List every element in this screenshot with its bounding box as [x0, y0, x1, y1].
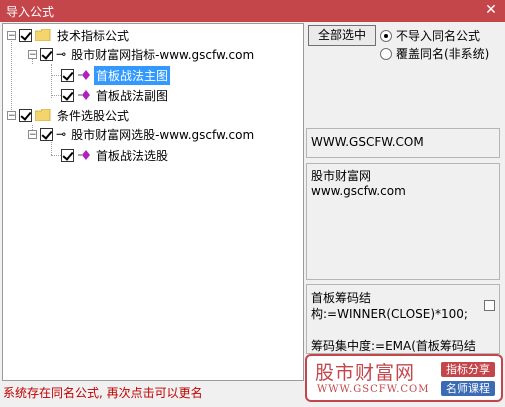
source-label: 股市财富网选股-www.gscfw.com [71, 127, 255, 142]
formula-checkbox[interactable] [61, 148, 74, 162]
tree-node-formula[interactable]: 首板战法主图 [61, 65, 171, 85]
collapse-toggle-icon[interactable]: − [28, 129, 37, 139]
watermark-logo: 股市财富网 WWW.GSCFW.COM 指标分享 名师课程 [305, 354, 503, 402]
radio-indicator[interactable] [380, 29, 392, 42]
url-panel: WWW.GSCFW.COM [306, 128, 500, 158]
radio-indicator[interactable] [380, 47, 392, 60]
group-label: 条件选股公式 [57, 108, 130, 123]
radio-overwrite[interactable]: 覆盖同名(非系统) [380, 45, 489, 62]
collapse-toggle-icon[interactable]: − [7, 30, 16, 40]
formula-checkbox[interactable] [61, 88, 74, 102]
tree-node-formula[interactable]: 首板战法副图 [61, 86, 170, 104]
collapse-toggle-icon[interactable]: − [7, 110, 16, 120]
group-checkbox[interactable] [19, 28, 32, 42]
radio-skip-duplicates[interactable]: 不导入同名公式 [380, 27, 480, 44]
url-text: WWW.GSCFW.COM [311, 135, 424, 149]
group-label: 技术指标公式 [57, 28, 130, 43]
status-message: 系统存在同名公式, 再次点击可以更名 [3, 386, 203, 400]
watermark-site: 股市财富网 [315, 362, 416, 384]
watermark-tag: 指标分享 [441, 362, 495, 377]
watermark-tag: 名师课程 [441, 381, 495, 396]
formula-label[interactable]: 首板战法选股 [94, 146, 170, 165]
tree-node-group[interactable]: − 条件选股公式 [7, 106, 131, 124]
source-checkbox[interactable] [40, 127, 53, 141]
tree-line [51, 75, 61, 76]
formula-icon [78, 70, 90, 80]
select-all-button[interactable]: 全部选中 [308, 25, 376, 46]
formula-label[interactable]: 首板战法副图 [94, 86, 170, 105]
collapse-toggle-icon[interactable]: − [28, 49, 37, 59]
source-checkbox[interactable] [40, 47, 53, 61]
wrap-checkbox[interactable] [484, 300, 495, 311]
tree-node-source[interactable]: − ⊸ 股市财富网选股-www.gscfw.com [28, 125, 256, 143]
tree-node-source[interactable]: − ⊸ 股市财富网指标-www.gscfw.com [28, 45, 256, 63]
radio-label: 不导入同名公式 [396, 29, 481, 43]
tree-line [11, 36, 12, 116]
tree-line [51, 64, 52, 98]
formula-text: 首板筹码结构:=WINNER(CLOSE)*100; 筹码集中度:=EMA(首板… [311, 291, 476, 352]
formula-icon [78, 90, 90, 100]
description-panel: 股市财富网 www.gscfw.com [306, 163, 500, 280]
description-line: 股市财富网 [311, 169, 372, 183]
folder-icon [35, 109, 51, 121]
formula-tree[interactable]: − 技术指标公式 − ⊸ 股市财富网指标-www.gscfw.com 首板战法主… [2, 23, 304, 381]
group-checkbox[interactable] [19, 108, 32, 122]
title-bar: 导入公式 ✕ [0, 0, 505, 22]
tree-line [51, 155, 61, 156]
folder-icon [35, 29, 51, 41]
formula-label[interactable]: 首板战法主图 [94, 65, 171, 85]
window-title: 导入公式 [6, 5, 55, 19]
formula-icon [78, 150, 90, 160]
key-icon: ⊸ [56, 47, 67, 61]
watermark-url: WWW.GSCFW.COM [317, 384, 430, 395]
tree-node-group[interactable]: − 技术指标公式 [7, 26, 131, 44]
key-icon: ⊸ [56, 127, 67, 141]
formula-checkbox[interactable] [61, 68, 74, 82]
tree-line [51, 95, 61, 96]
description-line: www.gscfw.com [311, 184, 406, 198]
source-label: 股市财富网指标-www.gscfw.com [71, 47, 255, 62]
close-icon[interactable]: ✕ [483, 1, 499, 19]
tree-node-formula[interactable]: 首板战法选股 [61, 146, 170, 164]
radio-label: 覆盖同名(非系统) [396, 47, 490, 61]
